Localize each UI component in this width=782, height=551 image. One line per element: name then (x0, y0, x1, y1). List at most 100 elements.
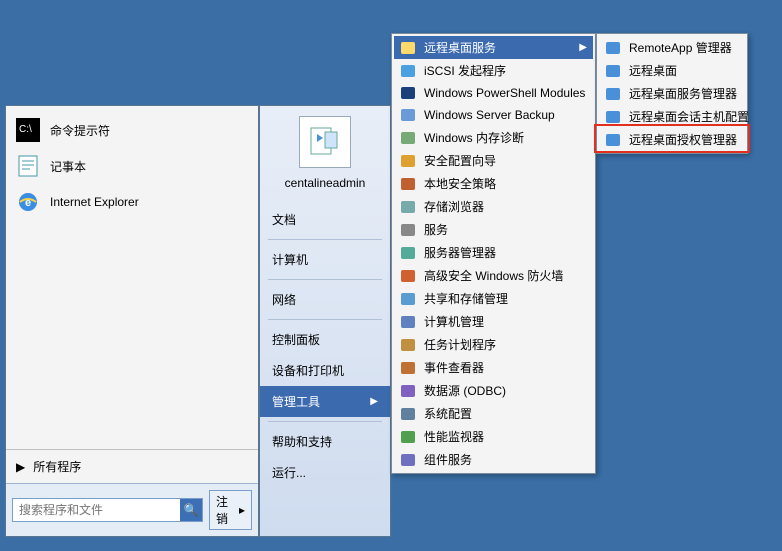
admin-item-label: 服务器管理器 (424, 244, 587, 261)
admin-item-16[interactable]: 系统配置 (394, 402, 593, 425)
sysconf-icon (400, 406, 416, 422)
svg-text:C:\: C:\ (19, 124, 32, 135)
globe-icon (400, 63, 416, 79)
admin-item-15[interactable]: 数据源 (ODBC) (394, 379, 593, 402)
search-button[interactable]: 🔍 (180, 499, 202, 521)
admin-item-3[interactable]: Windows Server Backup (394, 104, 593, 126)
rds-item-label: 远程桌面会话主机配置 (629, 108, 749, 125)
ps-icon (400, 85, 416, 101)
comp-icon (400, 452, 416, 468)
admin-item-17[interactable]: 性能监视器 (394, 425, 593, 448)
admin-item-7[interactable]: 存储浏览器 (394, 195, 593, 218)
rds-item-label: 远程桌面服务管理器 (629, 85, 739, 102)
admin-item-label: Windows Server Backup (424, 108, 587, 122)
search-input[interactable] (13, 499, 180, 521)
user-panel: centalineadmin 文档 计算机 网络 控制面板 设备和打印机 管理工… (259, 105, 391, 537)
rds-icon (605, 132, 621, 148)
admin-item-label: 共享和存储管理 (424, 290, 587, 307)
pinned-label: 记事本 (50, 158, 86, 175)
rds-icon (605, 40, 621, 56)
nav-computer[interactable]: 计算机 (260, 244, 390, 275)
triangle-icon: ▶ (16, 460, 25, 474)
chevron-right-icon: ▶ (370, 396, 378, 407)
admin-item-label: 数据源 (ODBC) (424, 382, 587, 399)
admin-item-18[interactable]: 组件服务 (394, 448, 593, 471)
admin-item-10[interactable]: 高级安全 Windows 防火墙 (394, 264, 593, 287)
admin-item-6[interactable]: 本地安全策略 (394, 172, 593, 195)
rds-icon (605, 109, 621, 125)
svg-text:e: e (25, 197, 31, 209)
search-icon: 🔍 (184, 503, 199, 517)
nav-devices[interactable]: 设备和打印机 (260, 355, 390, 386)
admin-item-label: 组件服务 (424, 451, 587, 468)
admin-item-label: 远程桌面服务 (424, 39, 571, 56)
start-menu-panel: C:\ 命令提示符 记事本 e Internet Explorer ▶ 所有程序… (5, 105, 259, 537)
pinned-item-ie[interactable]: e Internet Explorer (10, 184, 254, 220)
rds-icon (605, 86, 621, 102)
rds-item-label: 远程桌面授权管理器 (629, 131, 739, 148)
admin-item-13[interactable]: 任务计划程序 (394, 333, 593, 356)
pinned-item-cmd[interactable]: C:\ 命令提示符 (10, 112, 254, 148)
mem-icon (400, 130, 416, 146)
server-icon (400, 245, 416, 261)
admin-item-label: 事件查看器 (424, 359, 587, 376)
task-icon (400, 337, 416, 353)
perf-icon (400, 429, 416, 445)
admin-item-11[interactable]: 共享和存储管理 (394, 287, 593, 310)
firewall-icon (400, 268, 416, 284)
rds-item-2[interactable]: 远程桌面服务管理器 (599, 82, 745, 105)
admin-item-1[interactable]: iSCSI 发起程序 (394, 59, 593, 82)
logoff-label: 注销 (216, 493, 235, 527)
admin-item-label: 任务计划程序 (424, 336, 587, 353)
pinned-item-notepad[interactable]: 记事本 (10, 148, 254, 184)
rds-submenu: RemoteApp 管理器远程桌面远程桌面服务管理器远程桌面会话主机配置远程桌面… (596, 33, 748, 154)
share-icon (400, 291, 416, 307)
notepad-icon (16, 154, 40, 178)
rds-item-0[interactable]: RemoteApp 管理器 (599, 36, 745, 59)
rds-item-4[interactable]: 远程桌面授权管理器 (599, 128, 745, 151)
nav-docs[interactable]: 文档 (260, 204, 390, 235)
nav-control-panel[interactable]: 控制面板 (260, 324, 390, 355)
rds-item-3[interactable]: 远程桌面会话主机配置 (599, 105, 745, 128)
policy-icon (400, 176, 416, 192)
pinned-list: C:\ 命令提示符 记事本 e Internet Explorer (6, 106, 258, 226)
admin-item-5[interactable]: 安全配置向导 (394, 149, 593, 172)
backup-icon (400, 107, 416, 123)
ie-icon: e (16, 190, 40, 214)
storage-icon (400, 199, 416, 215)
admin-item-8[interactable]: 服务 (394, 218, 593, 241)
admin-item-label: 性能监视器 (424, 428, 587, 445)
folder-icon (400, 40, 416, 56)
event-icon (400, 360, 416, 376)
admin-item-label: 本地安全策略 (424, 175, 587, 192)
all-programs-button[interactable]: ▶ 所有程序 (6, 449, 258, 483)
search-row: 🔍 注销 ▸ (6, 483, 258, 536)
nav-help[interactable]: 帮助和支持 (260, 426, 390, 457)
admin-item-12[interactable]: 计算机管理 (394, 310, 593, 333)
admin-item-label: Windows 内存诊断 (424, 129, 587, 146)
rds-item-1[interactable]: 远程桌面 (599, 59, 745, 82)
pinned-label: Internet Explorer (50, 195, 139, 209)
nav-network[interactable]: 网络 (260, 284, 390, 315)
admin-item-label: 计算机管理 (424, 313, 587, 330)
username-label: centalineadmin (260, 176, 390, 190)
chevron-right-icon: ▸ (239, 503, 245, 517)
mgmt-icon (400, 314, 416, 330)
admin-item-2[interactable]: Windows PowerShell Modules (394, 82, 593, 104)
admin-item-label: 系统配置 (424, 405, 587, 422)
admin-item-14[interactable]: 事件查看器 (394, 356, 593, 379)
all-programs-label: 所有程序 (33, 458, 81, 475)
admin-item-9[interactable]: 服务器管理器 (394, 241, 593, 264)
avatar (299, 116, 351, 168)
admin-item-0[interactable]: 远程桌面服务▶ (394, 36, 593, 59)
admin-tools-submenu: 远程桌面服务▶iSCSI 发起程序Windows PowerShell Modu… (391, 33, 596, 474)
pinned-label: 命令提示符 (50, 122, 110, 139)
rds-item-label: 远程桌面 (629, 62, 739, 79)
nav-admin-label: 管理工具 (272, 393, 320, 410)
nav-run[interactable]: 运行... (260, 457, 390, 488)
cmd-icon: C:\ (16, 118, 40, 142)
admin-item-4[interactable]: Windows 内存诊断 (394, 126, 593, 149)
nav-admin-tools[interactable]: 管理工具 ▶ (260, 386, 390, 417)
gear-icon (400, 222, 416, 238)
logoff-button[interactable]: 注销 ▸ (209, 490, 252, 530)
